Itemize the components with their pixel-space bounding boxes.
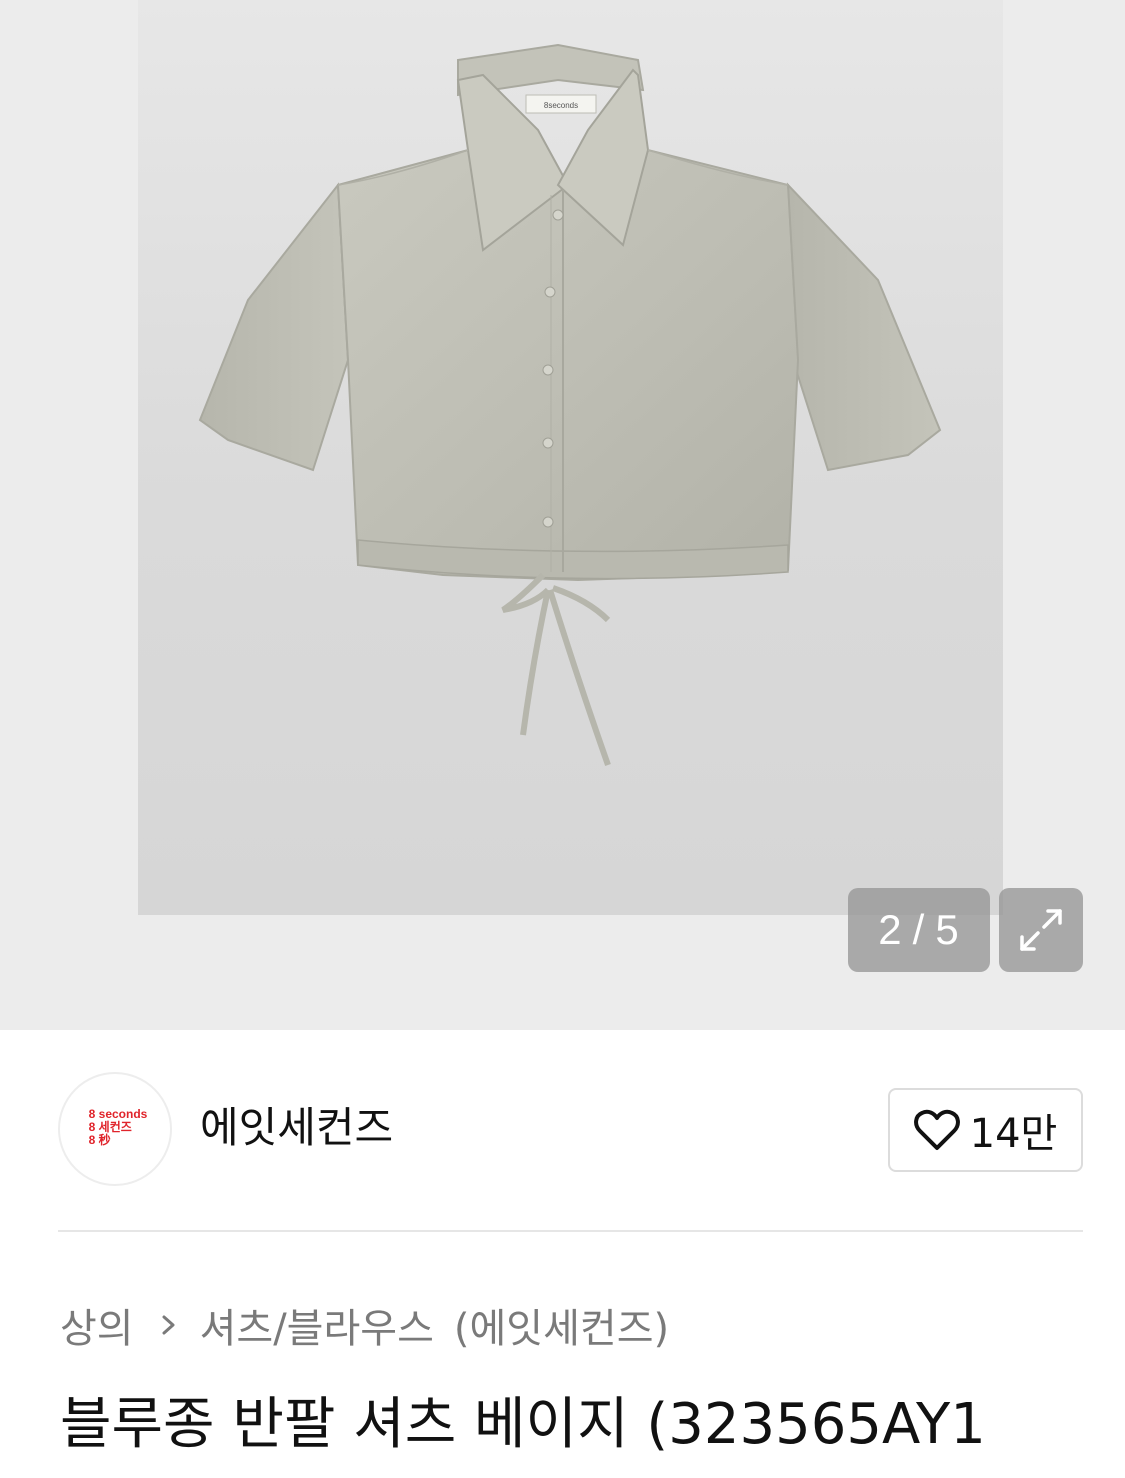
expand-arrows-icon — [1020, 909, 1062, 951]
breadcrumb-brand[interactable]: (에잇세컨즈) — [454, 1296, 669, 1354]
brand-logo-line-1: 8 seconds — [88, 1106, 148, 1121]
image-counter-total: 5 — [935, 906, 960, 953]
chevron-right-icon — [160, 1311, 178, 1339]
brand-logo-line-2: 8 세컨즈 — [88, 1119, 132, 1134]
product-detail-page: 8seconds 2 / 5 8 seconds 8 세컨즈 8 秒 에잇세컨즈… — [0, 0, 1125, 1478]
breadcrumb-category-top[interactable]: 상의 — [60, 1296, 134, 1354]
shirt-image: 8seconds — [198, 43, 942, 766]
svg-text:8seconds: 8seconds — [544, 101, 578, 110]
image-counter-separator: / — [912, 906, 926, 953]
brand-logo-line-3: 8 秒 — [88, 1132, 111, 1147]
section-divider — [58, 1230, 1083, 1232]
brand-logo[interactable]: 8 seconds 8 세컨즈 8 秒 — [58, 1072, 172, 1186]
product-title: 블루종 반팔 셔츠 베이지 (323565AY1 — [60, 1392, 986, 1457]
like-count: 14만 — [969, 1111, 1058, 1157]
image-counter: 2 / 5 — [848, 888, 990, 972]
brand-name[interactable]: 에잇세컨즈 — [200, 1098, 393, 1158]
expand-image-button[interactable] — [999, 888, 1083, 972]
category-breadcrumb: 상의 셔츠/블라우스 (에잇세컨즈) — [60, 1296, 669, 1354]
brand-logo-text: 8 seconds 8 세컨즈 8 秒 — [88, 1106, 148, 1147]
product-photo[interactable]: 8seconds — [138, 0, 1003, 915]
like-button[interactable]: 14만 — [888, 1088, 1083, 1172]
heart-outline-icon — [913, 1109, 960, 1150]
breadcrumb-category-sub[interactable]: 셔츠/블라우스 — [200, 1296, 434, 1354]
image-counter-current: 2 — [878, 906, 903, 953]
product-image-gallery[interactable]: 8seconds 2 / 5 — [0, 0, 1125, 1030]
